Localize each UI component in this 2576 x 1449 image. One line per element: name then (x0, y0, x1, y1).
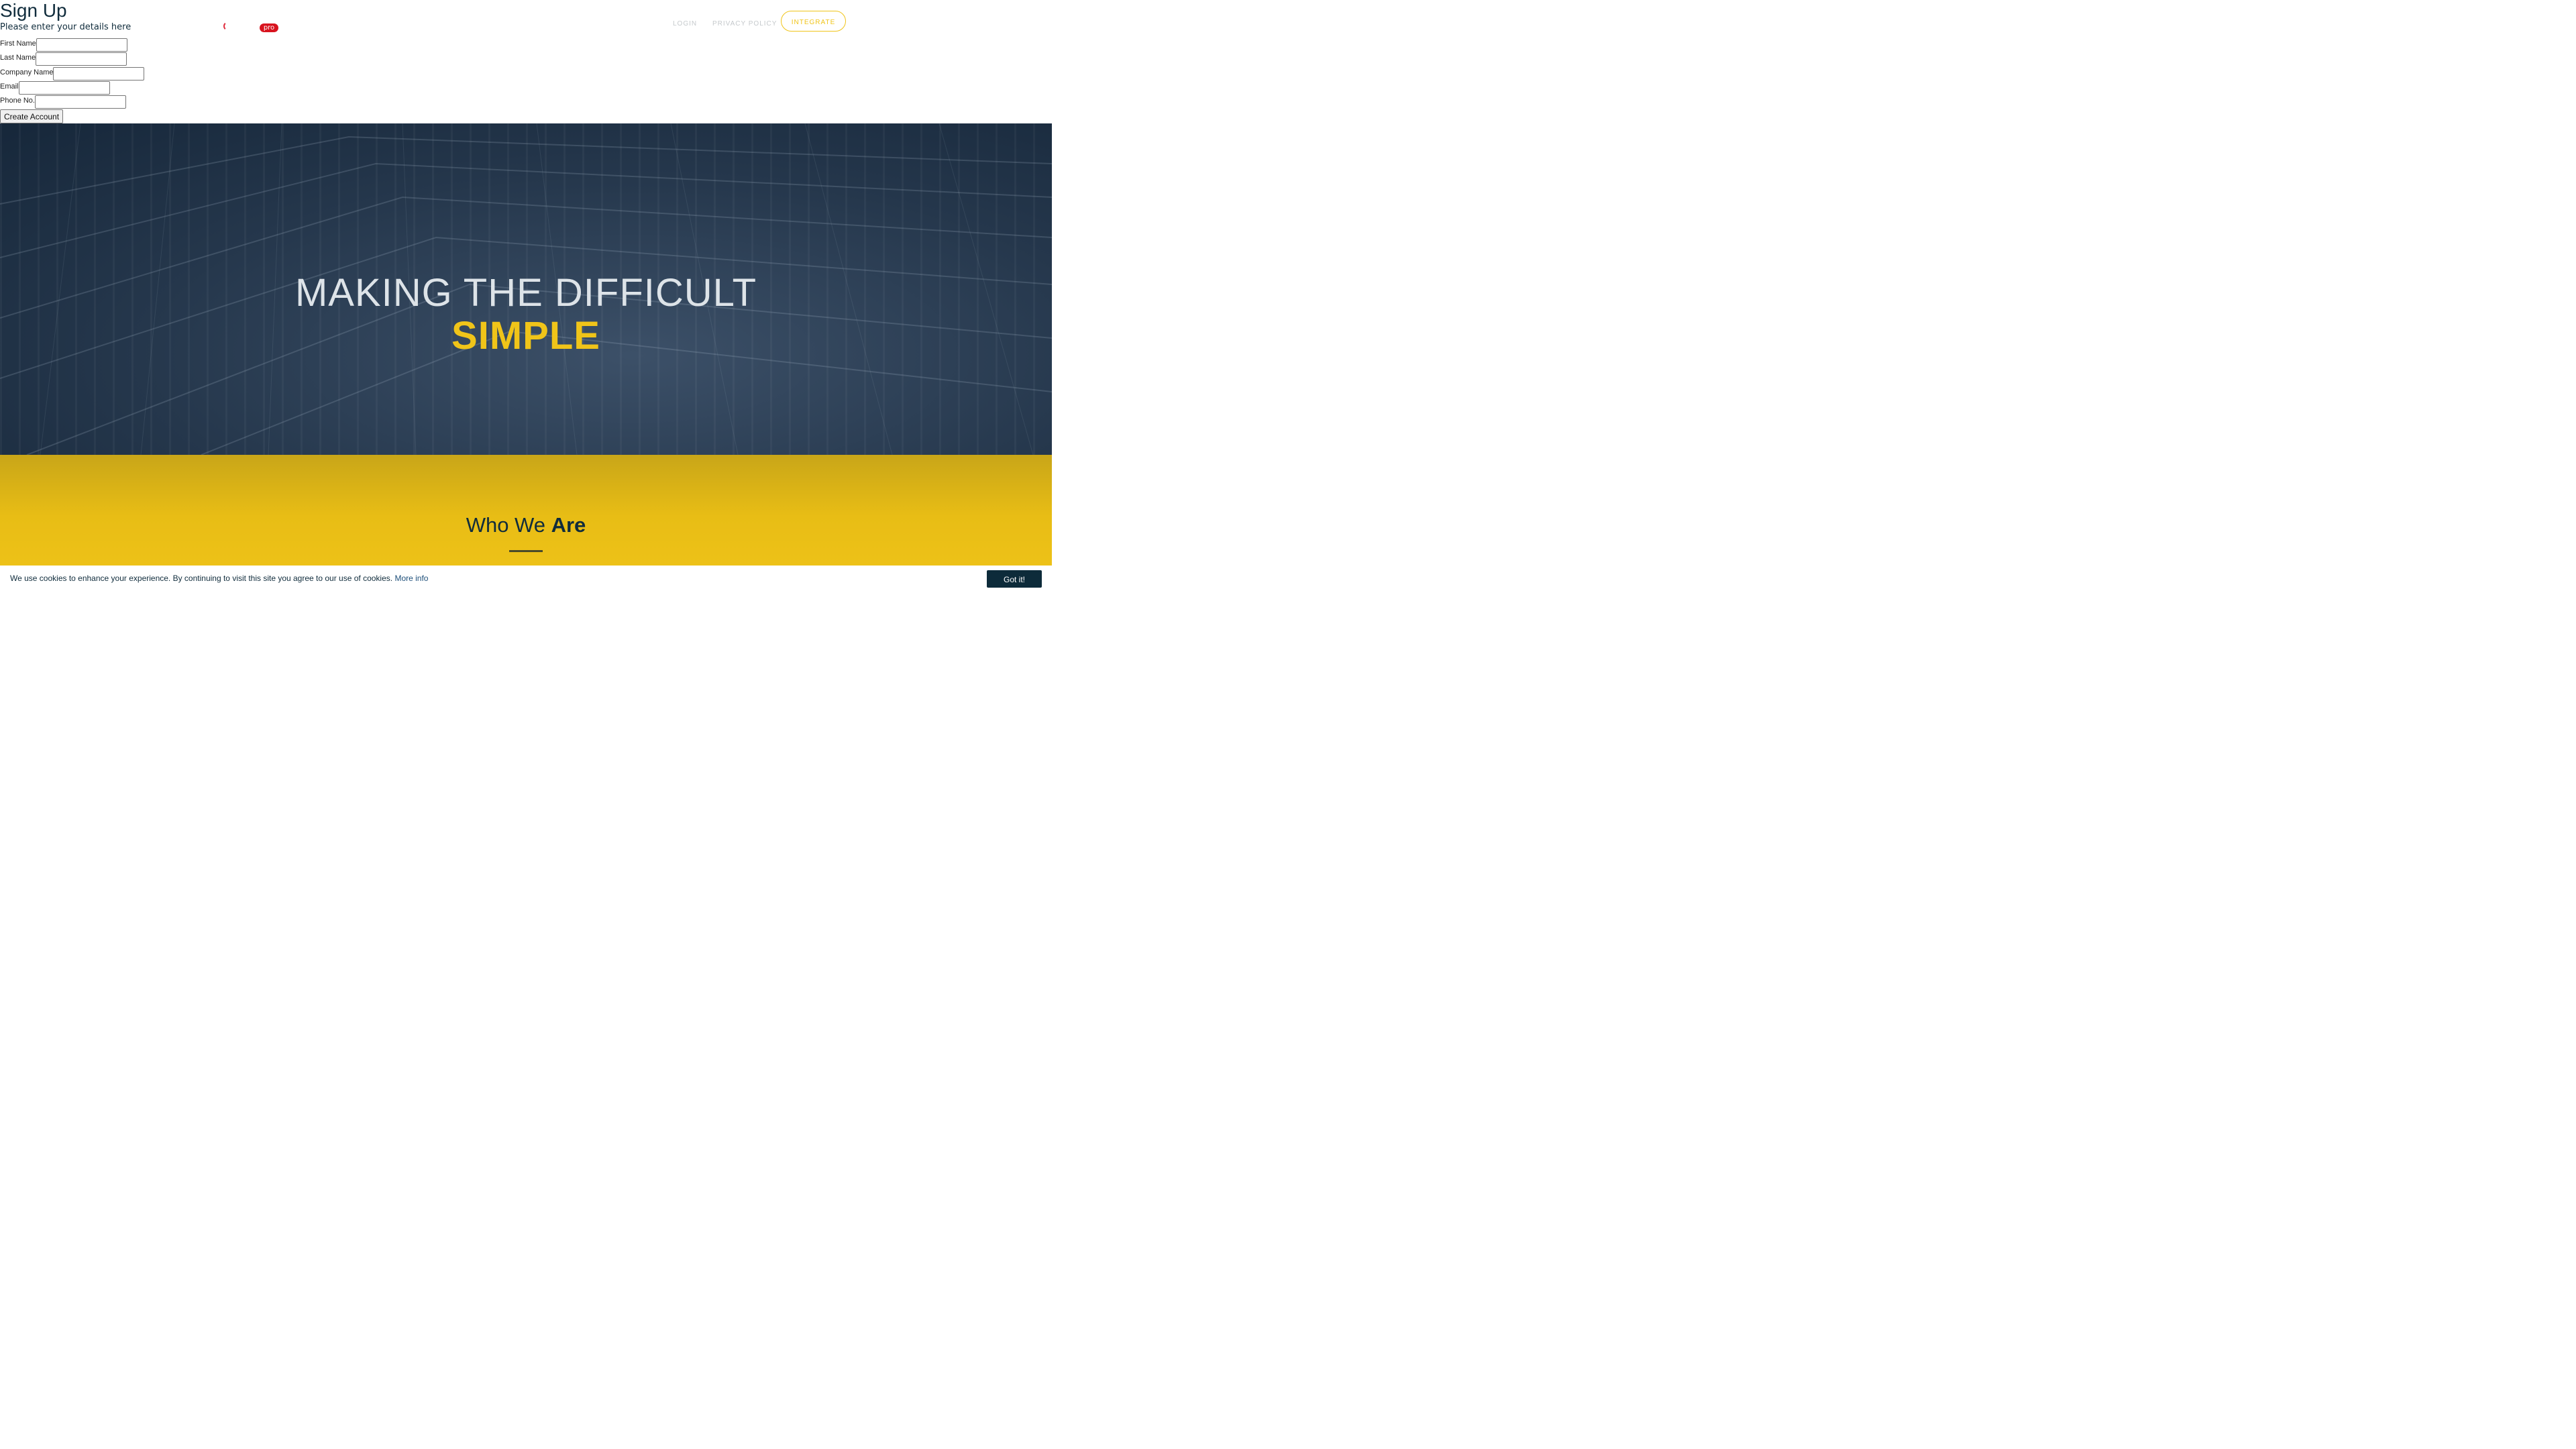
who-we-are-title-regular: Who We (466, 513, 545, 537)
last-name-label: Last Name (0, 54, 36, 62)
company-name-label: Company Name (0, 68, 54, 76)
first-name-field[interactable] (36, 38, 127, 52)
who-we-are-title: Who We Are (0, 511, 1052, 539)
phone-row: Phone No. (0, 95, 126, 109)
company-name-field[interactable] (53, 67, 145, 80)
signup-title: Sign Up (0, 0, 67, 21)
integrate-button[interactable]: INTEGRATE (781, 11, 846, 32)
email-row: Email (0, 81, 110, 95)
nav-privacy-link[interactable]: PRIVACY POLICY (712, 20, 777, 28)
hero-headline-accent: SIMPLE (451, 314, 600, 358)
cookie-accept-button[interactable]: Got it! (987, 570, 1042, 588)
create-account-button[interactable]: Create Account (0, 109, 64, 123)
email-label: Email (0, 83, 19, 91)
company-name-row: Company Name (0, 67, 145, 80)
first-name-row: First Name (0, 38, 127, 52)
phone-label: Phone No. (0, 97, 35, 105)
first-name-label: First Name (0, 40, 36, 48)
nav-login-link[interactable]: LOGIN (673, 20, 697, 28)
logo-spinner-icon (223, 21, 233, 31)
who-we-are-title-bold: Are (551, 513, 586, 537)
phone-field[interactable] (34, 95, 126, 109)
last-name-row: Last Name (0, 52, 127, 66)
hero-headline: MAKING THE DIFFICULT (294, 271, 757, 315)
last-name-field[interactable] (36, 52, 127, 66)
cookie-text: We use cookies to enhance your experienc… (10, 574, 393, 583)
signup-subtitle: Please enter your details here (0, 22, 131, 32)
section-divider (509, 550, 543, 552)
pro-badge: pro (260, 23, 278, 32)
cookie-message: We use cookies to enhance your experienc… (10, 574, 428, 583)
cookie-more-info-link[interactable]: More info (394, 574, 428, 583)
email-field[interactable] (18, 81, 110, 95)
